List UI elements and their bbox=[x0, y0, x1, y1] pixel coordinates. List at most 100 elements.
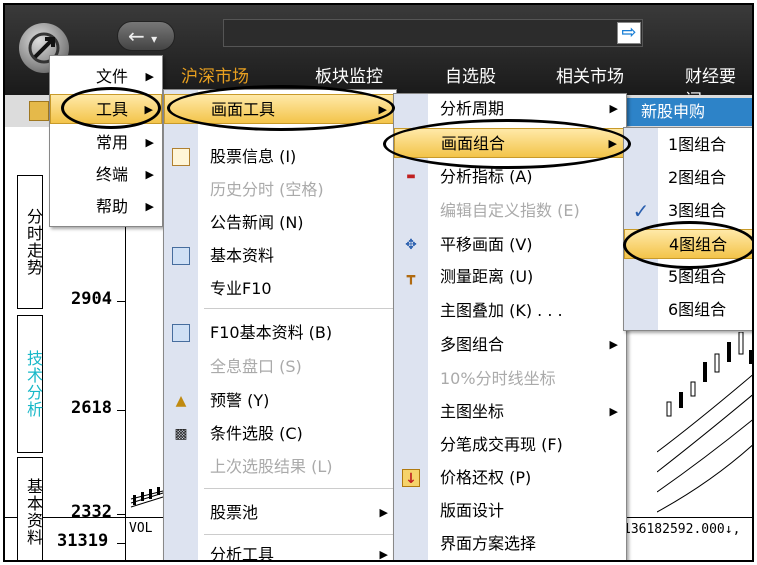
menu-item-label: 版面设计 bbox=[440, 501, 505, 520]
tab-related-markets[interactable]: 相关市场 bbox=[556, 65, 624, 89]
menu-item-theme-select[interactable]: 界面方案选择 bbox=[394, 529, 626, 559]
menu-item-1-chart[interactable]: 1图组合 bbox=[624, 130, 752, 160]
menu-item-label: 终端 bbox=[96, 165, 129, 184]
menu-item-label: 文件 bbox=[96, 67, 129, 86]
volume-value: 136182592.000↓, bbox=[621, 522, 743, 537]
y-tick-label: 2332 bbox=[71, 502, 112, 522]
side-tab-intraday[interactable]: 分时走势 bbox=[17, 175, 43, 309]
app-window: ← ▾ ⇨ 沪深市场 板块监控 自选股 相关市场 财经要闻 新股申购 分时走势 … bbox=[3, 3, 754, 562]
menu-item-label: 帮助 bbox=[96, 197, 129, 216]
menu-item-label: 6图组合 bbox=[668, 300, 727, 319]
menu-item-label: 平移画面 (V) bbox=[440, 235, 533, 254]
volume-label: VOL bbox=[129, 521, 153, 536]
menu-item-label: 价格还权 (P) bbox=[440, 468, 532, 487]
dropdown-icon: ▾ bbox=[151, 32, 158, 46]
menu-item-label: 股票信息 (I) bbox=[210, 147, 297, 166]
chart-icon bbox=[172, 324, 190, 342]
back-button[interactable]: ← ▾ bbox=[117, 21, 175, 51]
menu-item-stock-pool[interactable]: 股票池 ▶ bbox=[164, 498, 396, 528]
tab-financial-news[interactable]: 财经要闻 bbox=[685, 65, 752, 111]
menu-item-overlay-main[interactable]: 主图叠加 (K) . . . bbox=[394, 296, 626, 326]
menu-item-alert[interactable]: ▲ 预警 (Y) bbox=[164, 386, 396, 416]
menu-item-label: 历史分时 (空格) bbox=[210, 180, 324, 199]
tools-menu: 画面工具 ▶ 股票信息 (I) 历史分时 (空格) 公告新闻 (N) 基本资料 … bbox=[163, 89, 397, 562]
submenu-arrow-icon: ▶ bbox=[379, 548, 388, 561]
submenu-arrow-icon: ▶ bbox=[609, 405, 618, 418]
bell-icon: ▲ bbox=[175, 393, 187, 409]
menu-item-multi-chart[interactable]: 多图组合 ▶ bbox=[394, 330, 626, 360]
menu-item-stock-screener[interactable]: ▩ 条件选股 (C) bbox=[164, 419, 396, 449]
menu-item-label: 专业F10 bbox=[210, 279, 272, 298]
menu-item-pan-view[interactable]: ✥ 平移画面 (V) bbox=[394, 230, 626, 260]
menu-item-label: 3图组合 bbox=[668, 201, 727, 220]
submenu-arrow-icon: ▶ bbox=[145, 136, 154, 149]
back-arrow-icon: ← bbox=[128, 24, 145, 48]
search-input[interactable] bbox=[223, 19, 643, 47]
menu-item-history-intraday[interactable]: 历史分时 (空格) bbox=[164, 175, 396, 205]
menu-item-label: 公告新闻 (N) bbox=[210, 213, 304, 232]
menu-item-help[interactable]: 帮助 ▶ bbox=[50, 192, 162, 222]
menu-item-edit-custom-index[interactable]: 编辑自定义指数 (E) bbox=[394, 196, 626, 226]
highlight-ring bbox=[167, 85, 395, 131]
y-tick-label: 2904 bbox=[71, 289, 112, 309]
menu-item-layout-design[interactable]: 版面设计 bbox=[394, 496, 626, 526]
menu-item-label: 多图组合 bbox=[440, 335, 505, 354]
y-tick-mark bbox=[117, 301, 125, 302]
ruler-icon: ┳ bbox=[406, 269, 416, 285]
side-tab-technical-analysis[interactable]: 技术分析 bbox=[17, 315, 43, 453]
candlestick-chart-right bbox=[657, 332, 752, 513]
menu-item-label: 分析工具 bbox=[210, 545, 275, 562]
menu-item-announcements[interactable]: 公告新闻 (N) bbox=[164, 208, 396, 238]
menu-item-6-chart[interactable]: 6图组合 bbox=[624, 295, 752, 325]
new-stock-subscription-button[interactable]: 新股申购 bbox=[627, 98, 752, 126]
indicator-icon: ▬ bbox=[406, 171, 416, 182]
checkmark-icon: ✓ bbox=[632, 199, 650, 223]
volume-tick-label: 31319 bbox=[57, 531, 109, 551]
menu-item-label: 基本资料 bbox=[210, 246, 275, 265]
menu-item-last-screen-results[interactable]: 上次选股结果 (L) bbox=[164, 452, 396, 482]
menu-separator bbox=[204, 308, 394, 309]
menu-item-label: 分笔成交再现 (F) bbox=[440, 435, 563, 454]
menu-item-measure-distance[interactable]: ┳ 测量距离 (U) bbox=[394, 262, 626, 292]
menu-item-label: 编辑自定义指数 (E) bbox=[440, 201, 580, 220]
menu-item-stock-info[interactable]: 股票信息 (I) bbox=[164, 142, 396, 172]
menu-item-basic-info[interactable]: 基本资料 bbox=[164, 241, 396, 271]
folder-icon[interactable] bbox=[29, 101, 49, 121]
y-tick-mark bbox=[117, 514, 125, 515]
menu-item-f10-basic[interactable]: F10基本资料 (B) bbox=[164, 318, 396, 348]
binoculars-icon: ▩ bbox=[174, 426, 188, 442]
menu-item-price-adjust[interactable]: ↓ 价格还权 (P) bbox=[394, 463, 626, 493]
menu-item-label: 全息盘口 (S) bbox=[210, 357, 302, 376]
menu-item-label: 5图组合 bbox=[668, 267, 727, 286]
menu-item-tick-replay[interactable]: 分笔成交再现 (F) bbox=[394, 430, 626, 460]
menu-item-pro-f10[interactable]: 专业F10 bbox=[164, 274, 396, 304]
menu-item-main-axis[interactable]: 主图坐标 ▶ bbox=[394, 397, 626, 427]
tab-watchlist[interactable]: 自选股 bbox=[445, 65, 496, 89]
menu-item-label: 主图叠加 (K) . . . bbox=[440, 301, 563, 320]
menu-item-terminal[interactable]: 终端 ▶ bbox=[50, 160, 162, 190]
submenu-arrow-icon: ▶ bbox=[145, 200, 154, 213]
tab-sector-monitor[interactable]: 板块监控 bbox=[315, 65, 383, 89]
submenu-arrow-icon: ▶ bbox=[609, 102, 618, 115]
menu-item-label: 上次选股结果 (L) bbox=[210, 457, 333, 476]
highlight-ring bbox=[383, 119, 631, 169]
go-button[interactable]: ⇨ bbox=[617, 22, 641, 44]
side-tab-fundamentals[interactable]: 基本资料 bbox=[17, 457, 43, 560]
tab-shanghai-shenzhen-market[interactable]: 沪深市场 bbox=[181, 65, 249, 89]
menu-separator bbox=[204, 488, 394, 489]
menu-item-2-chart[interactable]: 2图组合 bbox=[624, 163, 752, 193]
menu-item-label: 1图组合 bbox=[668, 135, 727, 154]
highlight-ring bbox=[61, 87, 161, 129]
menu-item-label: F10基本资料 (B) bbox=[210, 323, 333, 342]
menu-item-label: 测量距离 (U) bbox=[440, 267, 534, 286]
menu-item-label: 常用 bbox=[96, 133, 129, 152]
menu-item-common[interactable]: 常用 ▶ bbox=[50, 128, 162, 158]
y-tick-label: 2618 bbox=[71, 398, 112, 418]
submenu-arrow-icon: ▶ bbox=[379, 506, 388, 519]
menu-item-label: 股票池 bbox=[210, 503, 259, 522]
menu-item-label: 分析周期 bbox=[440, 99, 505, 118]
info-icon bbox=[172, 148, 190, 166]
menu-item-analysis-tools[interactable]: 分析工具 ▶ bbox=[164, 540, 396, 562]
menu-item-full-depth[interactable]: 全息盘口 (S) bbox=[164, 352, 396, 382]
menu-item-10pct-axis[interactable]: 10%分时线坐标 bbox=[394, 364, 626, 394]
